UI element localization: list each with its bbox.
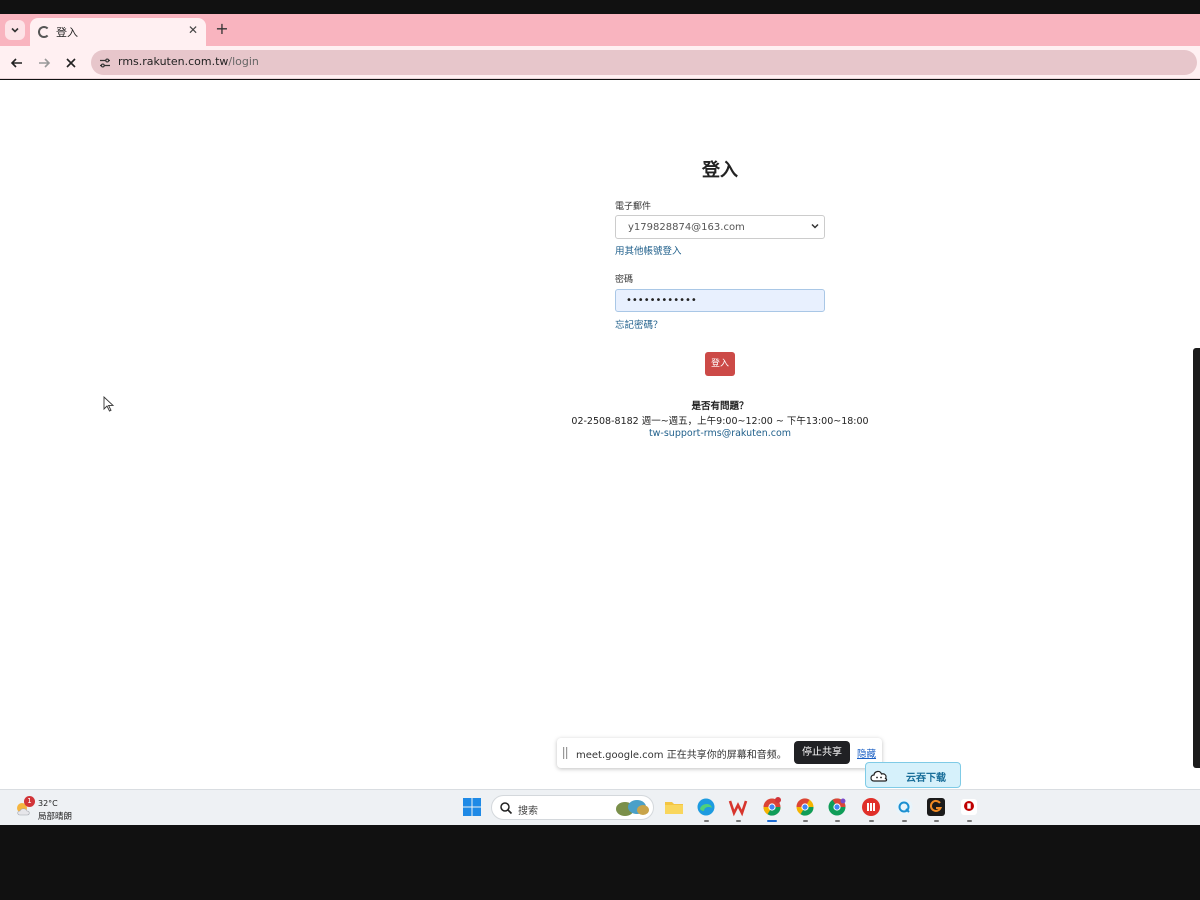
chevron-down-icon bbox=[11, 27, 19, 33]
taskbar-running-indicator bbox=[835, 820, 840, 822]
weather-widget[interactable]: 1 32°C 局部晴朗 bbox=[14, 796, 94, 822]
forward-button[interactable] bbox=[34, 53, 54, 73]
chrome-icon[interactable] bbox=[762, 797, 782, 817]
forgot-password-link[interactable]: 忘記密碼？ bbox=[615, 317, 663, 331]
browser-toolbar: rms.rakuten.com.tw/login bbox=[0, 46, 1200, 79]
page-title: 登入 bbox=[702, 160, 738, 181]
screen: 登入 ✕ + rms.rakuten.com.tw/login 登入 電子郵件 … bbox=[0, 0, 1200, 900]
app-red-icon[interactable] bbox=[861, 797, 881, 817]
other-account-link[interactable]: 用其他帳號登入 bbox=[615, 243, 682, 257]
taskbar-running-indicator bbox=[736, 820, 741, 822]
cloud-download-button[interactable]: 云吞下载 bbox=[865, 762, 961, 788]
taskbar-running-indicator bbox=[869, 820, 874, 822]
search-highlight-icon bbox=[616, 800, 649, 816]
weather-badge: 1 bbox=[24, 796, 35, 807]
address-bar[interactable]: rms.rakuten.com.tw/login bbox=[91, 50, 1197, 75]
email-value: y179828874@163.com bbox=[628, 222, 745, 233]
arrow-left-icon bbox=[10, 58, 22, 68]
edge-browser-icon[interactable] bbox=[696, 797, 716, 817]
taskbar-running-indicator bbox=[934, 820, 939, 822]
search-label: 搜索 bbox=[518, 806, 538, 817]
taskbar-running-indicator bbox=[803, 820, 808, 822]
new-tab-button[interactable]: + bbox=[212, 19, 232, 39]
url-path: /login bbox=[228, 55, 259, 68]
loading-spinner-icon bbox=[38, 26, 50, 38]
taskbar-active-indicator bbox=[767, 820, 777, 822]
taskbar-running-indicator bbox=[902, 820, 907, 822]
weather-description: 局部晴朗 bbox=[38, 812, 73, 822]
stop-loading-button[interactable] bbox=[61, 53, 81, 73]
drag-handle-icon[interactable] bbox=[563, 747, 568, 759]
plus-icon: + bbox=[215, 19, 229, 38]
taskbar-running-indicator bbox=[967, 820, 972, 822]
app-g-icon[interactable] bbox=[926, 797, 946, 817]
taskbar-search[interactable]: 搜索 bbox=[491, 795, 654, 820]
login-button[interactable]: 登入 bbox=[705, 352, 735, 376]
url-text: rms.rakuten.com.tw/login bbox=[118, 55, 259, 68]
tab-list-button[interactable] bbox=[5, 20, 25, 40]
help-phone: 02-2508-8182 週一~週五，上午9:00~12:00 ~ 下午13:0… bbox=[571, 416, 869, 427]
rakuten-app-icon[interactable] bbox=[959, 797, 979, 817]
file-explorer-icon[interactable] bbox=[664, 797, 684, 817]
tab-strip: 登入 ✕ + bbox=[0, 14, 1200, 46]
page-content: 登入 電子郵件 y179828874@163.com 用其他帳號登入 密碼 ••… bbox=[0, 80, 1200, 789]
mouse-cursor-icon bbox=[103, 396, 115, 412]
screen-letterbox bbox=[0, 825, 1200, 900]
site-settings-icon[interactable] bbox=[97, 55, 113, 71]
search-icon bbox=[500, 802, 513, 815]
back-button[interactable] bbox=[7, 53, 27, 73]
email-select[interactable]: y179828874@163.com bbox=[615, 215, 825, 239]
url-domain: rms.rakuten.com.tw bbox=[118, 55, 229, 68]
stop-sharing-button[interactable]: 停止共享 bbox=[794, 741, 850, 764]
wps-office-icon[interactable] bbox=[728, 797, 748, 817]
screen-share-bar: meet.google.com 正在共享你的屏幕和音频。 停止共享 隐藏 bbox=[557, 738, 882, 768]
cloud-download-label: 云吞下载 bbox=[906, 773, 946, 784]
chrome-profile-2-icon[interactable] bbox=[827, 797, 847, 817]
close-icon bbox=[66, 58, 76, 68]
help-section: 是否有問題？ 02-2508-8182 週一~週五，上午9:00~12:00 ~… bbox=[520, 398, 920, 443]
support-email-link[interactable]: tw-support-rms@rakuten.com bbox=[520, 428, 920, 443]
share-message: meet.google.com 正在共享你的屏幕和音频。 bbox=[576, 750, 787, 761]
tab-title: 登入 bbox=[56, 26, 78, 39]
tab-login[interactable]: 登入 ✕ bbox=[30, 18, 206, 46]
chevron-down-icon bbox=[811, 223, 819, 229]
side-panel-edge bbox=[1193, 348, 1200, 768]
chrome-profile-icon[interactable] bbox=[795, 797, 815, 817]
email-label: 電子郵件 bbox=[615, 202, 652, 212]
temperature: 32°C bbox=[38, 799, 58, 808]
windows-start-icon[interactable] bbox=[462, 797, 482, 817]
password-label: 密碼 bbox=[615, 275, 634, 285]
close-icon[interactable]: ✕ bbox=[188, 23, 198, 37]
taskbar: 1 32°C 局部晴朗 搜索 bbox=[0, 789, 1200, 825]
password-field[interactable]: •••••••••••• bbox=[615, 289, 825, 312]
password-value: •••••••••••• bbox=[626, 295, 697, 306]
taskbar-running-indicator bbox=[704, 820, 709, 822]
help-question: 是否有問題？ bbox=[691, 401, 749, 412]
cloud-icon bbox=[870, 770, 888, 782]
app-q-icon[interactable] bbox=[894, 797, 914, 817]
hide-link[interactable]: 隐藏 bbox=[857, 746, 876, 760]
arrow-right-icon bbox=[39, 58, 51, 68]
